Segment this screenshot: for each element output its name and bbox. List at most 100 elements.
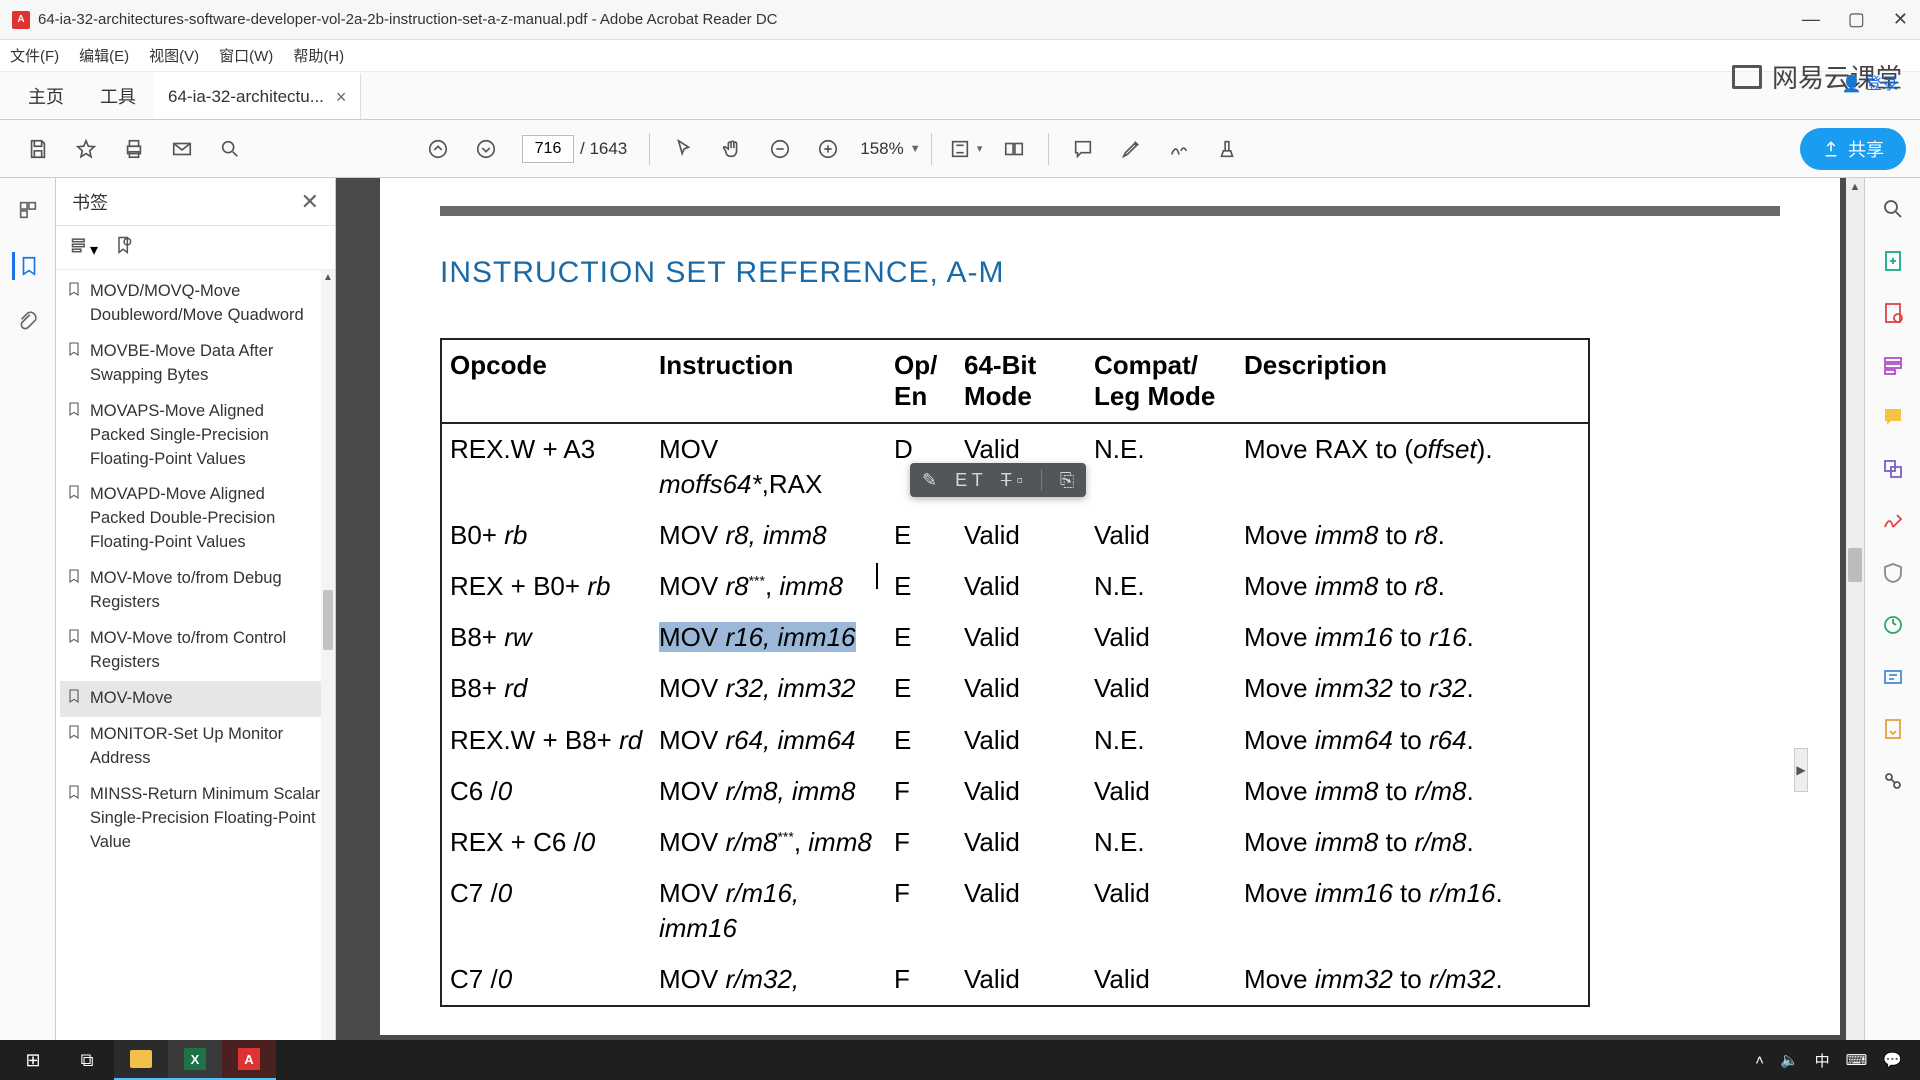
selection-toolbar: ✎ E T T ▫ ⎘ xyxy=(910,463,1086,497)
select-tool[interactable] xyxy=(666,131,702,167)
close-button[interactable]: ✕ xyxy=(1893,9,1908,30)
tray-ime[interactable]: 中 xyxy=(1815,1050,1830,1071)
taskview-button[interactable]: ⧉ xyxy=(60,1040,114,1080)
doc-section-title: INSTRUCTION SET REFERENCE, A-M xyxy=(440,256,1780,290)
menu-edit[interactable]: 编辑(E) xyxy=(79,45,129,66)
attachments-tab[interactable] xyxy=(14,308,42,336)
compress-icon[interactable] xyxy=(1878,610,1908,640)
tab-tools[interactable]: 工具 xyxy=(82,83,154,109)
excel-taskbar-icon[interactable]: X xyxy=(168,1040,222,1080)
bookmarks-scrollbar[interactable]: ▲ ▼ xyxy=(321,270,335,1080)
comment-panel-icon[interactable] xyxy=(1878,402,1908,432)
bookmarks-header: 书签 ✕ xyxy=(56,178,335,226)
right-rail-collapse[interactable]: ▶ xyxy=(1794,748,1808,792)
edit-pdf-icon[interactable] xyxy=(1878,350,1908,380)
bookmarks-tools: ▾ xyxy=(56,226,335,270)
bookmark-item[interactable]: MINSS-Return Minimum Scalar Single-Preci… xyxy=(60,777,329,861)
divider xyxy=(931,133,932,165)
zoom-dropdown[interactable]: ▼ xyxy=(910,143,921,155)
table-row: B8+ rwMOV r16, imm16EValidValidMove imm1… xyxy=(441,612,1589,663)
bookmark-item[interactable]: MONITOR-Set Up Monitor Address xyxy=(60,717,329,777)
minimize-button[interactable]: — xyxy=(1802,9,1820,30)
page-scroll-thumb[interactable] xyxy=(1848,548,1862,582)
table-row: REX + C6 /0MOV r/m8***, imm8FValidN.E.Mo… xyxy=(441,817,1589,868)
bookmark-item[interactable]: MOVAPD-Move Aligned Packed Double-Precis… xyxy=(60,477,329,561)
print-button[interactable] xyxy=(116,131,152,167)
bookmark-item[interactable]: MOV-Move xyxy=(60,681,329,717)
page-scrollbar[interactable]: ▲ ▼ xyxy=(1846,178,1864,1080)
page-up-button[interactable] xyxy=(420,131,456,167)
thumbnails-tab[interactable] xyxy=(14,196,42,224)
page-number: / 1643 xyxy=(522,135,627,163)
protect-icon[interactable] xyxy=(1878,558,1908,588)
zoom-in-button[interactable] xyxy=(810,131,846,167)
bookmarks-tab[interactable] xyxy=(12,252,40,280)
tray-keyboard-icon[interactable]: ⌨ xyxy=(1846,1051,1868,1069)
document-viewport[interactable]: INSTRUCTION SET REFERENCE, A-M Opcode In… xyxy=(336,178,1864,1080)
menu-file[interactable]: 文件(F) xyxy=(10,45,59,66)
tab-close-icon[interactable]: × xyxy=(336,87,347,108)
tab-home[interactable]: 主页 xyxy=(10,83,82,109)
copy-icon[interactable]: ⎘ xyxy=(1060,470,1074,491)
strikethrough-icon[interactable]: T ▫ xyxy=(1001,470,1023,491)
tab-document[interactable]: 64-ia-32-architectu... × xyxy=(154,72,361,119)
page-scroll-up[interactable]: ▲ xyxy=(1846,178,1864,196)
tray-notifications-icon[interactable]: 💬 xyxy=(1883,1051,1902,1069)
save-button[interactable] xyxy=(20,131,56,167)
bookmark-item[interactable]: MOV-Move to/from Control Registers xyxy=(60,621,329,681)
menu-view[interactable]: 视图(V) xyxy=(149,45,199,66)
search-panel-icon[interactable] xyxy=(1878,194,1908,224)
bookmark-options-icon[interactable]: ▾ xyxy=(70,235,98,260)
bookmark-item[interactable]: MOVD/MOVQ-Move Doubleword/Move Quadword xyxy=(60,274,329,334)
scroll-thumb[interactable] xyxy=(323,590,333,650)
bookmark-find-icon[interactable] xyxy=(114,235,134,260)
sign-panel-icon[interactable] xyxy=(1878,506,1908,536)
login-link[interactable]: 👤 登录 xyxy=(1842,70,1898,94)
start-button[interactable]: ⊞ xyxy=(6,1040,60,1080)
convert-icon[interactable] xyxy=(1878,714,1908,744)
menu-help[interactable]: 帮助(H) xyxy=(293,45,344,66)
bookmark-item[interactable]: MOVBE-Move Data After Swapping Bytes xyxy=(60,334,329,394)
more-tools-icon[interactable] xyxy=(1878,766,1908,796)
instruction-table: Opcode Instruction Op/En 64-BitMode Comp… xyxy=(440,338,1590,1007)
bookmark-item[interactable]: MOV-Move to/from Debug Registers xyxy=(60,561,329,621)
comment-button[interactable] xyxy=(1065,131,1101,167)
sign-button[interactable] xyxy=(1161,131,1197,167)
content-area: 书签 ✕ ▾ MOVD/MOVQ-Move Doubleword/Move Qu… xyxy=(0,178,1920,1080)
acrobat-taskbar-icon[interactable]: A xyxy=(222,1040,276,1080)
window-controls: — ▢ ✕ xyxy=(1802,9,1908,30)
menu-window[interactable]: 窗口(W) xyxy=(219,45,273,66)
page-input[interactable] xyxy=(522,135,574,163)
highlight-button[interactable] xyxy=(1113,131,1149,167)
bookmarks-close-icon[interactable]: ✕ xyxy=(301,189,319,215)
bookmarks-panel: 书签 ✕ ▾ MOVD/MOVQ-Move Doubleword/Move Qu… xyxy=(56,178,336,1080)
col-opcode: Opcode xyxy=(441,339,651,423)
create-pdf-icon[interactable] xyxy=(1878,298,1908,328)
bookmark-item[interactable]: MOVAPS-Move Aligned Packed Single-Precis… xyxy=(60,394,329,478)
tray-chevron-icon[interactable]: ˄ xyxy=(1755,1052,1764,1069)
scroll-up-arrow[interactable]: ▲ xyxy=(321,270,335,284)
bookmarks-title: 书签 xyxy=(72,189,301,215)
page-down-button[interactable] xyxy=(468,131,504,167)
zoom-out-button[interactable] xyxy=(762,131,798,167)
hand-tool[interactable] xyxy=(714,131,750,167)
bookmarks-list[interactable]: MOVD/MOVQ-Move Doubleword/Move QuadwordM… xyxy=(56,270,335,1080)
maximize-button[interactable]: ▢ xyxy=(1848,9,1865,30)
combine-icon[interactable] xyxy=(1878,454,1908,484)
search-button[interactable] xyxy=(212,131,248,167)
page-header-band xyxy=(440,206,1780,216)
page-view-button[interactable] xyxy=(996,131,1032,167)
email-button[interactable] xyxy=(164,131,200,167)
tray-volume-icon[interactable]: 🔈 xyxy=(1780,1051,1799,1069)
table-row: C7 /0MOV r/m16, imm16FValidValidMove imm… xyxy=(441,868,1589,954)
explorer-taskbar-icon[interactable] xyxy=(114,1040,168,1080)
export-pdf-icon[interactable] xyxy=(1878,246,1908,276)
col-open: Op/En xyxy=(886,339,956,423)
text-edit-icon[interactable]: E T xyxy=(955,470,983,491)
stamp-button[interactable] xyxy=(1209,131,1245,167)
redact-icon[interactable] xyxy=(1878,662,1908,692)
share-button[interactable]: 共享 xyxy=(1800,128,1906,170)
highlight-yellow-icon[interactable]: ✎ xyxy=(922,470,937,491)
star-button[interactable] xyxy=(68,131,104,167)
fit-width-button[interactable]: ▾ xyxy=(948,131,984,167)
